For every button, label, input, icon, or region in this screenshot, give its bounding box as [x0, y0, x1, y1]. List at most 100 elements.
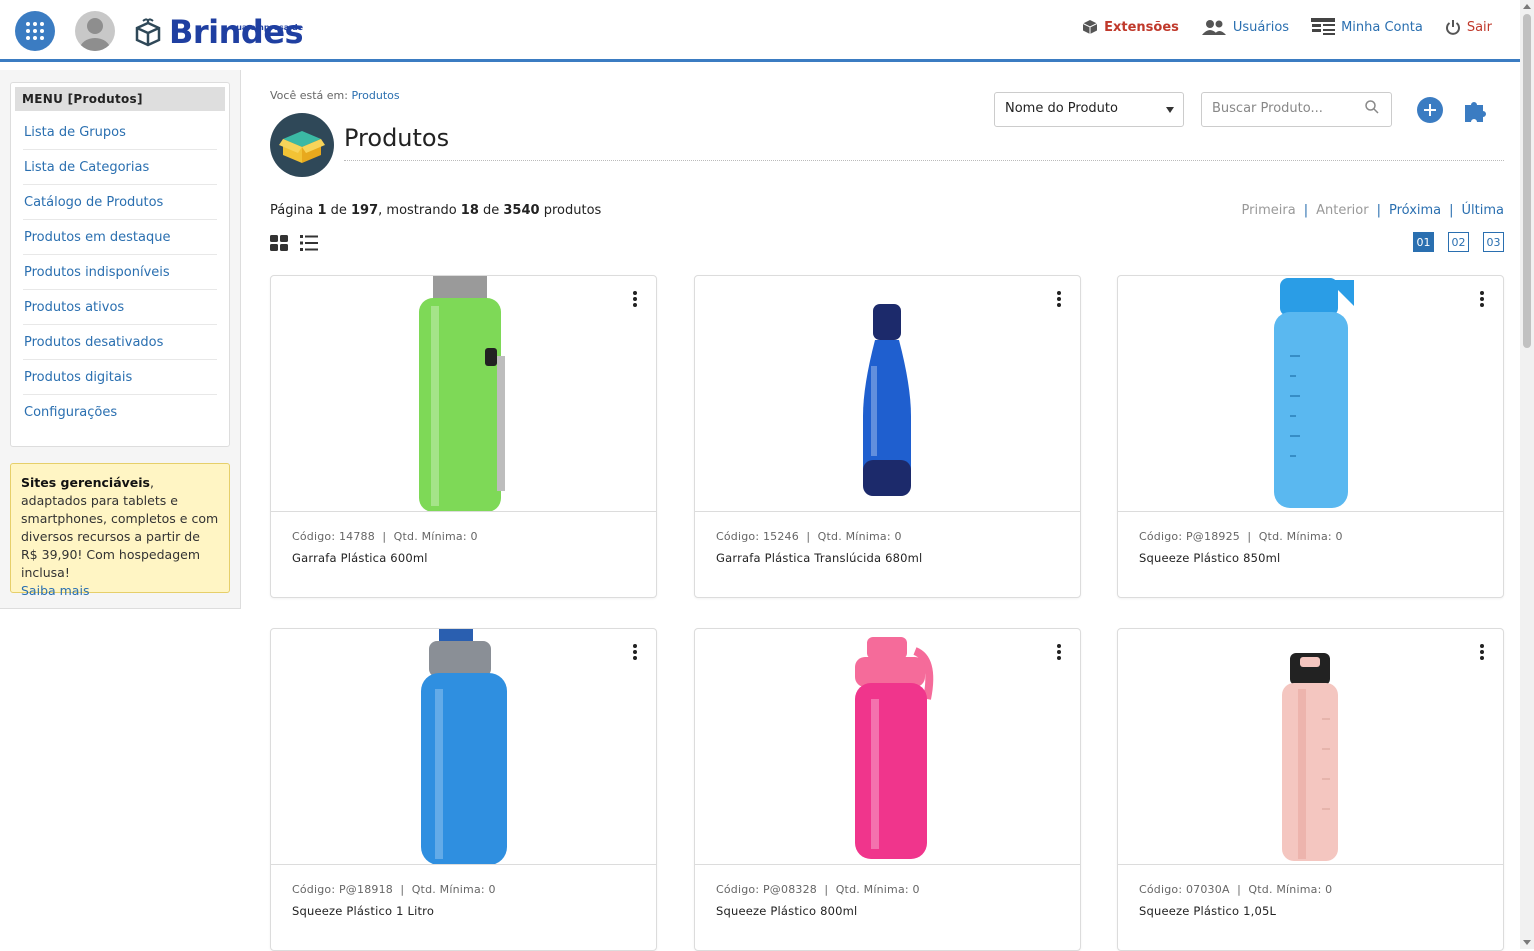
view-toggles: [270, 235, 318, 251]
sidebar-menu: MENU [Produtos] Lista de Grupos Lista de…: [10, 82, 230, 447]
product-card[interactable]: Código: P@08328 | Qtd. Mínima: 0 Squeeze…: [694, 628, 1081, 951]
pager-next[interactable]: Próxima: [1389, 203, 1441, 218]
promo-link[interactable]: Saiba mais: [21, 583, 89, 598]
bottle-image: [1274, 278, 1354, 508]
product-image[interactable]: [1118, 629, 1503, 865]
product-name[interactable]: Garrafa Plástica Translúcida 680ml: [716, 551, 922, 565]
top-navigation: Extensões Usuários Minha Conta Sair: [1082, 18, 1492, 36]
product-card[interactable]: Código: P@18918 | Qtd. Mínima: 0 Squeeze…: [270, 628, 657, 951]
pager-last[interactable]: Última: [1462, 203, 1504, 218]
top-header: Brindes sua empresa de Extensões Usuário…: [0, 0, 1520, 62]
brand-logo[interactable]: Brindes sua empresa de: [133, 12, 304, 52]
more-options-icon[interactable]: [633, 644, 637, 662]
add-product-button[interactable]: [1417, 97, 1443, 123]
product-image[interactable]: [271, 629, 656, 865]
nav-extensoes[interactable]: Extensões: [1082, 18, 1179, 36]
pager-first[interactable]: Primeira: [1242, 203, 1296, 218]
open-box-icon: [279, 131, 325, 163]
product-name[interactable]: Squeeze Plástico 800ml: [716, 904, 857, 918]
product-name[interactable]: Squeeze Plástico 850ml: [1139, 551, 1280, 565]
sort-select[interactable]: Nome do Produto: [994, 92, 1184, 127]
user-silhouette-icon: [80, 18, 110, 51]
product-name[interactable]: Garrafa Plástica 600ml: [292, 551, 428, 565]
page-scrollbar[interactable]: [1520, 0, 1534, 949]
page-number-01[interactable]: 01: [1413, 232, 1434, 252]
product-card[interactable]: Código: P@18925 | Qtd. Mínima: 0 Squeeze…: [1117, 275, 1504, 598]
page-title: Produtos: [344, 124, 450, 152]
gift-box-icon: [135, 18, 161, 47]
product-meta: Código: 15246 | Qtd. Mínima: 0: [716, 530, 902, 543]
product-image[interactable]: [695, 629, 1080, 865]
sidebar-item-catalogo-de-produtos[interactable]: Catálogo de Produtos: [23, 185, 217, 220]
bottle-image: [1282, 653, 1338, 861]
more-options-icon[interactable]: [633, 291, 637, 309]
menu-list: Lista de Grupos Lista de Categorias Catá…: [11, 115, 229, 430]
product-meta: Código: 07030A | Qtd. Mínima: 0: [1139, 883, 1333, 896]
product-card[interactable]: Código: 15246 | Qtd. Mínima: 0 Garrafa P…: [694, 275, 1081, 598]
scroll-up-icon[interactable]: [1523, 4, 1531, 9]
pager: Primeira | Anterior | Próxima | Última: [1242, 203, 1504, 218]
plus-icon: [1424, 104, 1436, 116]
more-options-icon[interactable]: [1057, 644, 1061, 662]
puzzle-icon[interactable]: [1462, 96, 1490, 124]
apps-grid-button[interactable]: [15, 11, 55, 51]
brand-word: Brindes sua empresa de: [169, 14, 304, 50]
page-info: Página 1 de 197, mostrando 18 de 3540 pr…: [270, 203, 602, 218]
pager-separator: |: [1303, 203, 1309, 218]
breadcrumb-link[interactable]: Produtos: [351, 89, 399, 102]
nav-minha-conta[interactable]: Minha Conta: [1311, 18, 1423, 36]
list-view-icon[interactable]: [300, 235, 318, 251]
title-divider: [344, 160, 1504, 161]
sidebar-item-produtos-em-destaque[interactable]: Produtos em destaque: [23, 220, 217, 255]
power-icon: [1445, 20, 1460, 35]
sidebar-item-produtos-desativados[interactable]: Produtos desativados: [23, 325, 217, 360]
product-meta: Código: P@18918 | Qtd. Mínima: 0: [292, 883, 496, 896]
pager-separator: |: [1449, 203, 1454, 218]
product-image[interactable]: [1118, 276, 1503, 512]
bottle-image: [421, 629, 507, 864]
page-number-03[interactable]: 03: [1483, 232, 1504, 252]
sidebar-item-produtos-ativos[interactable]: Produtos ativos: [23, 290, 217, 325]
product-card[interactable]: Código: 07030A | Qtd. Mínima: 0 Squeeze …: [1117, 628, 1504, 951]
menu-title: MENU [Produtos]: [15, 87, 225, 111]
cube-icon: [1082, 20, 1098, 34]
bottle-image: [855, 637, 934, 859]
sidebar-item-produtos-digitais[interactable]: Produtos digitais: [23, 360, 217, 395]
sidebar: MENU [Produtos] Lista de Grupos Lista de…: [0, 70, 241, 609]
pager-separator: |: [1376, 203, 1381, 218]
product-image[interactable]: [695, 276, 1080, 512]
more-options-icon[interactable]: [1480, 644, 1484, 662]
bottle-image: [863, 304, 911, 496]
nav-usuarios[interactable]: Usuários: [1201, 18, 1289, 36]
avatar[interactable]: [75, 11, 115, 51]
promo-text: , adaptados para tablets e smartphones, …: [21, 475, 219, 580]
more-options-icon[interactable]: [1057, 291, 1061, 309]
product-meta: Código: P@18925 | Qtd. Mínima: 0: [1139, 530, 1343, 543]
more-options-icon[interactable]: [1480, 291, 1484, 309]
sidebar-item-lista-de-categorias[interactable]: Lista de Categorias: [23, 150, 217, 185]
product-meta: Código: 14788 | Qtd. Mínima: 0: [292, 530, 478, 543]
product-card[interactable]: Código: 14788 | Qtd. Mínima: 0 Garrafa P…: [270, 275, 657, 598]
nav-sair[interactable]: Sair: [1445, 18, 1492, 36]
grid-view-icon[interactable]: [270, 235, 288, 251]
pager-prev[interactable]: Anterior: [1316, 203, 1368, 218]
chevron-down-icon: [1166, 107, 1174, 113]
search-input[interactable]: Buscar Produto...: [1201, 92, 1392, 127]
sidebar-item-configuracoes[interactable]: Configurações: [23, 395, 217, 430]
sidebar-item-lista-de-grupos[interactable]: Lista de Grupos: [23, 115, 217, 150]
account-icon: [1311, 18, 1336, 35]
sidebar-item-produtos-indisponiveis[interactable]: Produtos indisponíveis: [23, 255, 217, 290]
scroll-down-icon[interactable]: [1523, 940, 1531, 945]
product-name[interactable]: Squeeze Plástico 1 Litro: [292, 904, 434, 918]
bottle-image: [419, 276, 505, 511]
brand-tagline: sua empresa de: [231, 23, 304, 32]
breadcrumb: Você está em: Produtos: [270, 89, 400, 102]
page-numbers: 01 02 03: [1413, 232, 1504, 252]
scrollbar-thumb[interactable]: [1523, 14, 1531, 348]
product-name[interactable]: Squeeze Plástico 1,05L: [1139, 904, 1276, 918]
users-icon: [1201, 20, 1226, 35]
product-image[interactable]: [271, 276, 656, 512]
search-icon[interactable]: [1365, 100, 1379, 114]
page-number-02[interactable]: 02: [1448, 232, 1469, 252]
grid-icon: [26, 22, 44, 40]
